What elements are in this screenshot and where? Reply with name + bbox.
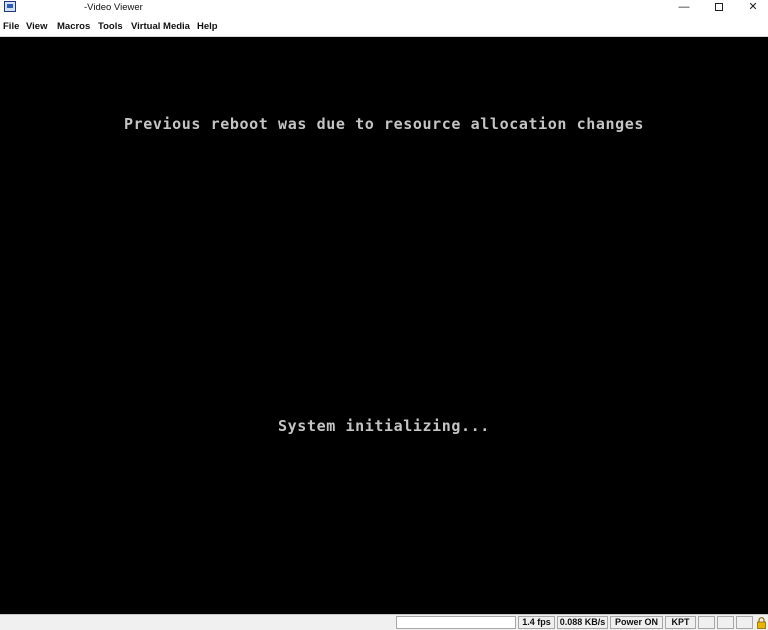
menu-macros[interactable]: Macros bbox=[57, 21, 90, 32]
minimize-icon: — bbox=[678, 1, 690, 13]
status-indicator-3 bbox=[736, 616, 753, 629]
close-icon: ✕ bbox=[748, 1, 758, 13]
menu-virtual-media[interactable]: Virtual Media bbox=[131, 21, 190, 32]
close-button[interactable]: ✕ bbox=[736, 0, 768, 16]
status-keyboard-mode: KPT bbox=[665, 616, 696, 629]
status-power: Power ON bbox=[610, 616, 663, 629]
status-indicator-1 bbox=[698, 616, 715, 629]
console-message-reboot: Previous reboot was due to resource allo… bbox=[123, 115, 645, 133]
lock-icon[interactable] bbox=[757, 617, 766, 629]
menu-tools[interactable]: Tools bbox=[98, 21, 123, 32]
status-fps: 1.4 fps bbox=[518, 616, 555, 629]
remote-console-screen[interactable]: Previous reboot was due to resource allo… bbox=[0, 37, 768, 614]
maximize-icon bbox=[715, 3, 723, 11]
menu-help[interactable]: Help bbox=[197, 21, 218, 32]
menu-file[interactable]: File bbox=[3, 21, 19, 32]
title-bar: -Video Viewer — ✕ bbox=[0, 0, 768, 17]
status-data-rate: 0.088 KB/s bbox=[557, 616, 608, 629]
menu-view[interactable]: View bbox=[26, 21, 47, 32]
status-indicator-2 bbox=[717, 616, 734, 629]
app-icon[interactable] bbox=[4, 1, 16, 12]
minimize-button[interactable]: — bbox=[667, 0, 701, 16]
status-field-blank bbox=[396, 616, 516, 629]
maximize-button[interactable] bbox=[702, 0, 736, 16]
console-message-initializing: System initializing... bbox=[278, 417, 490, 435]
menu-bar: File View Macros Tools Virtual Media Hel… bbox=[0, 17, 768, 37]
status-bar: 1.4 fps 0.088 KB/s Power ON KPT bbox=[0, 614, 768, 630]
window-title: -Video Viewer bbox=[84, 2, 143, 13]
